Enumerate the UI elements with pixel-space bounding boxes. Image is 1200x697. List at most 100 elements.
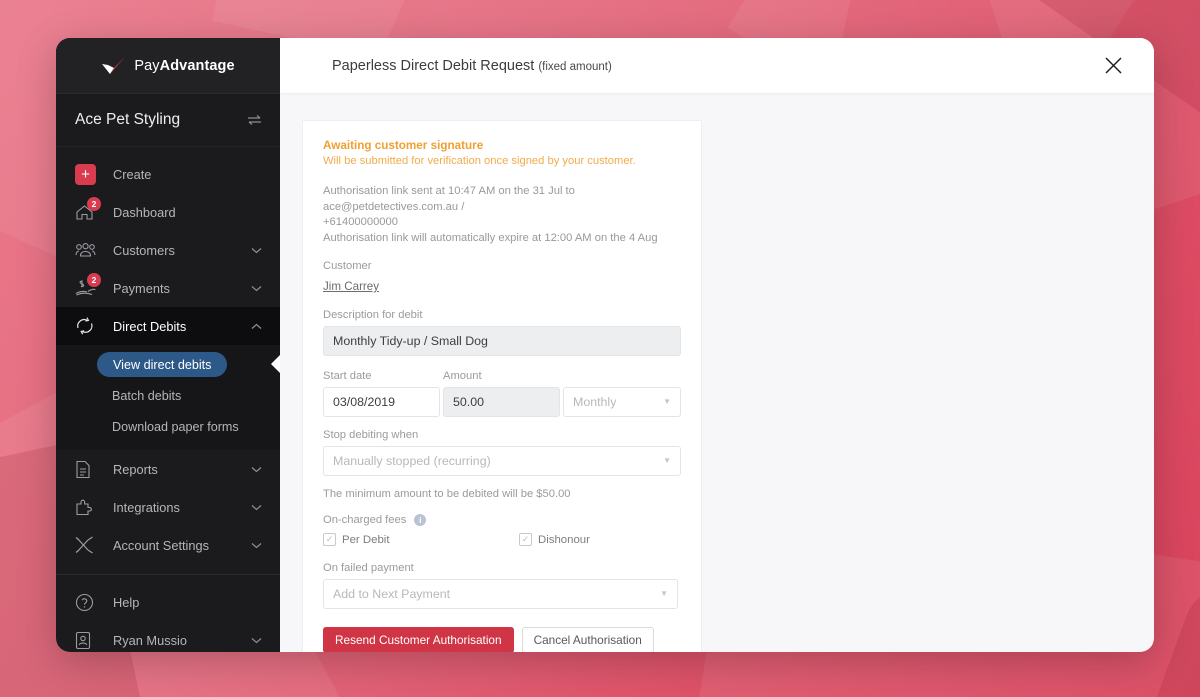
main-panel: Paperless Direct Debit Request (fixed am… <box>280 38 1154 652</box>
question-circle-icon <box>75 591 101 613</box>
failed-payment-select[interactable]: Add to Next Payment ▼ <box>323 579 678 609</box>
sidebar-item-user[interactable]: Ryan Mussio <box>56 621 280 652</box>
sidebar-item-direct-debits[interactable]: Direct Debits <box>56 307 280 345</box>
check-swoosh-logo-icon <box>101 56 127 76</box>
org-switcher[interactable]: Ace Pet Styling <box>56 94 280 147</box>
action-buttons: Resend Customer Authorisation Cancel Aut… <box>323 627 681 652</box>
start-date-input[interactable]: 03/08/2019 <box>323 387 440 417</box>
checkmark-icon: ✓ <box>521 534 530 544</box>
sidebar-item-label: Create <box>113 166 152 182</box>
sidebar-item-account-settings[interactable]: Account Settings <box>56 526 280 564</box>
ddr-form-card: Awaiting customer signature Will be subm… <box>302 120 702 652</box>
content-area: Awaiting customer signature Will be subm… <box>280 93 1154 652</box>
hand-money-icon: 2 <box>75 273 101 299</box>
date-amount-row: Start date 03/08/2019 Amount 50.00 Month… <box>323 370 681 417</box>
org-name: Ace Pet Styling <box>75 111 181 128</box>
sidebar-item-create[interactable]: + Create <box>56 155 280 193</box>
sidebar-divider <box>56 574 280 575</box>
auth-phone-line: +61400000000 <box>323 216 398 228</box>
customer-name-link[interactable]: Jim Carrey <box>323 280 379 293</box>
chevron-down-icon[interactable] <box>251 285 262 292</box>
sidebar-item-customers[interactable]: Customers <box>56 231 280 269</box>
amount-block: Amount 50.00 <box>443 370 563 417</box>
sidebar-subitem-label: View direct debits <box>97 352 228 377</box>
plus-square-icon: + <box>75 163 101 185</box>
amount-label: Amount <box>443 370 482 382</box>
document-icon <box>75 458 101 480</box>
stop-debiting-block: Stop debiting when Manually stopped (rec… <box>323 429 681 476</box>
frequency-block: Monthly ▼ <box>563 370 681 417</box>
brand-logo: PayAdvantage <box>101 56 235 76</box>
page-title: Paperless Direct Debit Request (fixed am… <box>332 58 612 74</box>
switch-arrows-icon[interactable] <box>247 114 262 126</box>
sidebar-item-label: Integrations <box>113 499 180 515</box>
puzzle-icon <box>75 496 101 518</box>
amount-input[interactable]: 50.00 <box>443 387 560 417</box>
frequency-value: Monthly <box>573 395 617 409</box>
customer-label: Customer <box>323 260 372 272</box>
sidebar-item-label: Customers <box>113 242 175 258</box>
recurring-arrows-icon <box>75 315 101 337</box>
cancel-authorisation-button[interactable]: Cancel Authorisation <box>521 627 654 652</box>
sidebar-item-label: Ryan Mussio <box>113 632 187 648</box>
sidebar-item-label: Dashboard <box>113 204 176 220</box>
chevron-down-icon[interactable] <box>251 247 262 254</box>
id-badge-icon <box>75 629 101 651</box>
authorisation-meta: Authorisation link sent at 10:47 AM on t… <box>323 184 681 246</box>
auth-expiry-line: Authorisation link will automatically ex… <box>323 231 658 244</box>
per-debit-checkbox-item[interactable]: ✓ Per Debit <box>323 533 519 546</box>
customer-block: Customer Jim Carrey <box>323 260 681 295</box>
per-debit-label: Per Debit <box>342 533 390 546</box>
on-charged-fees-header: On-charged fees i <box>323 514 681 526</box>
chevron-down-icon: ▼ <box>660 589 668 598</box>
frequency-select[interactable]: Monthly ▼ <box>563 387 681 417</box>
sidebar: PayAdvantage Ace Pet Styling + Create 2 … <box>56 38 281 652</box>
sidebar-badge: 2 <box>87 273 101 287</box>
modal-topbar: Paperless Direct Debit Request (fixed am… <box>280 38 1154 93</box>
checkbox-icon[interactable]: ✓ <box>519 533 532 546</box>
people-icon <box>75 239 101 261</box>
sidebar-item-label: Reports <box>113 461 158 477</box>
chevron-down-icon[interactable] <box>251 637 262 644</box>
fees-checkbox-row: ✓ Per Debit ✓ Dishonour <box>323 533 681 546</box>
checkbox-icon[interactable]: ✓ <box>323 533 336 546</box>
chevron-down-icon[interactable] <box>251 504 262 511</box>
failed-payment-block: On failed payment Add to Next Payment ▼ <box>323 562 681 609</box>
sidebar-subitem-view-direct-debits[interactable]: View direct debits <box>56 349 281 380</box>
sidebar-item-dashboard[interactable]: 2 Dashboard <box>56 193 280 231</box>
description-input[interactable]: Monthly Tidy-up / Small Dog <box>323 326 681 356</box>
start-date-block: Start date 03/08/2019 <box>323 370 443 417</box>
direct-debits-submenu: View direct debits Batch debits Download… <box>56 345 281 450</box>
description-label: Description for debit <box>323 309 423 321</box>
failed-payment-label: On failed payment <box>323 562 414 574</box>
chevron-down-icon: ▼ <box>663 456 671 465</box>
chevron-down-icon[interactable] <box>251 542 262 549</box>
chevron-down-icon[interactable] <box>251 466 262 473</box>
home-icon: 2 <box>75 197 101 223</box>
sidebar-item-help[interactable]: Help <box>56 583 280 621</box>
sidebar-badge: 2 <box>87 197 101 211</box>
chevron-up-icon[interactable] <box>251 323 262 330</box>
sidebar-item-reports[interactable]: Reports <box>56 450 280 488</box>
sidebar-item-payments[interactable]: 2 Payments <box>56 269 280 307</box>
status-subtitle: Will be submitted for verification once … <box>323 155 636 167</box>
info-icon[interactable]: i <box>414 514 427 526</box>
on-charged-fees-label: On-charged fees <box>323 514 407 526</box>
dishonour-checkbox-item[interactable]: ✓ Dishonour <box>519 533 590 546</box>
brand-name: PayAdvantage <box>134 58 234 74</box>
minimum-amount-note: The minimum amount to be debited will be… <box>323 488 571 500</box>
stop-debiting-value: Manually stopped (recurring) <box>333 454 491 468</box>
sidebar-item-integrations[interactable]: Integrations <box>56 488 280 526</box>
tools-icon <box>75 534 101 556</box>
resend-customer-authorisation-button[interactable]: Resend Customer Authorisation <box>323 627 514 652</box>
sidebar-subitem-download-paper-forms[interactable]: Download paper forms <box>56 411 280 442</box>
checkmark-icon: ✓ <box>325 534 334 544</box>
stop-debiting-label: Stop debiting when <box>323 429 419 441</box>
sidebar-item-label: Account Settings <box>113 537 210 553</box>
brand-bar: PayAdvantage <box>56 38 280 94</box>
stop-debiting-select[interactable]: Manually stopped (recurring) ▼ <box>323 446 681 476</box>
brand-name-light: Pay <box>134 57 160 74</box>
sidebar-subitem-batch-debits[interactable]: Batch debits <box>56 380 280 411</box>
app-window: PayAdvantage Ace Pet Styling + Create 2 … <box>56 38 1154 652</box>
close-icon[interactable] <box>1098 51 1128 81</box>
